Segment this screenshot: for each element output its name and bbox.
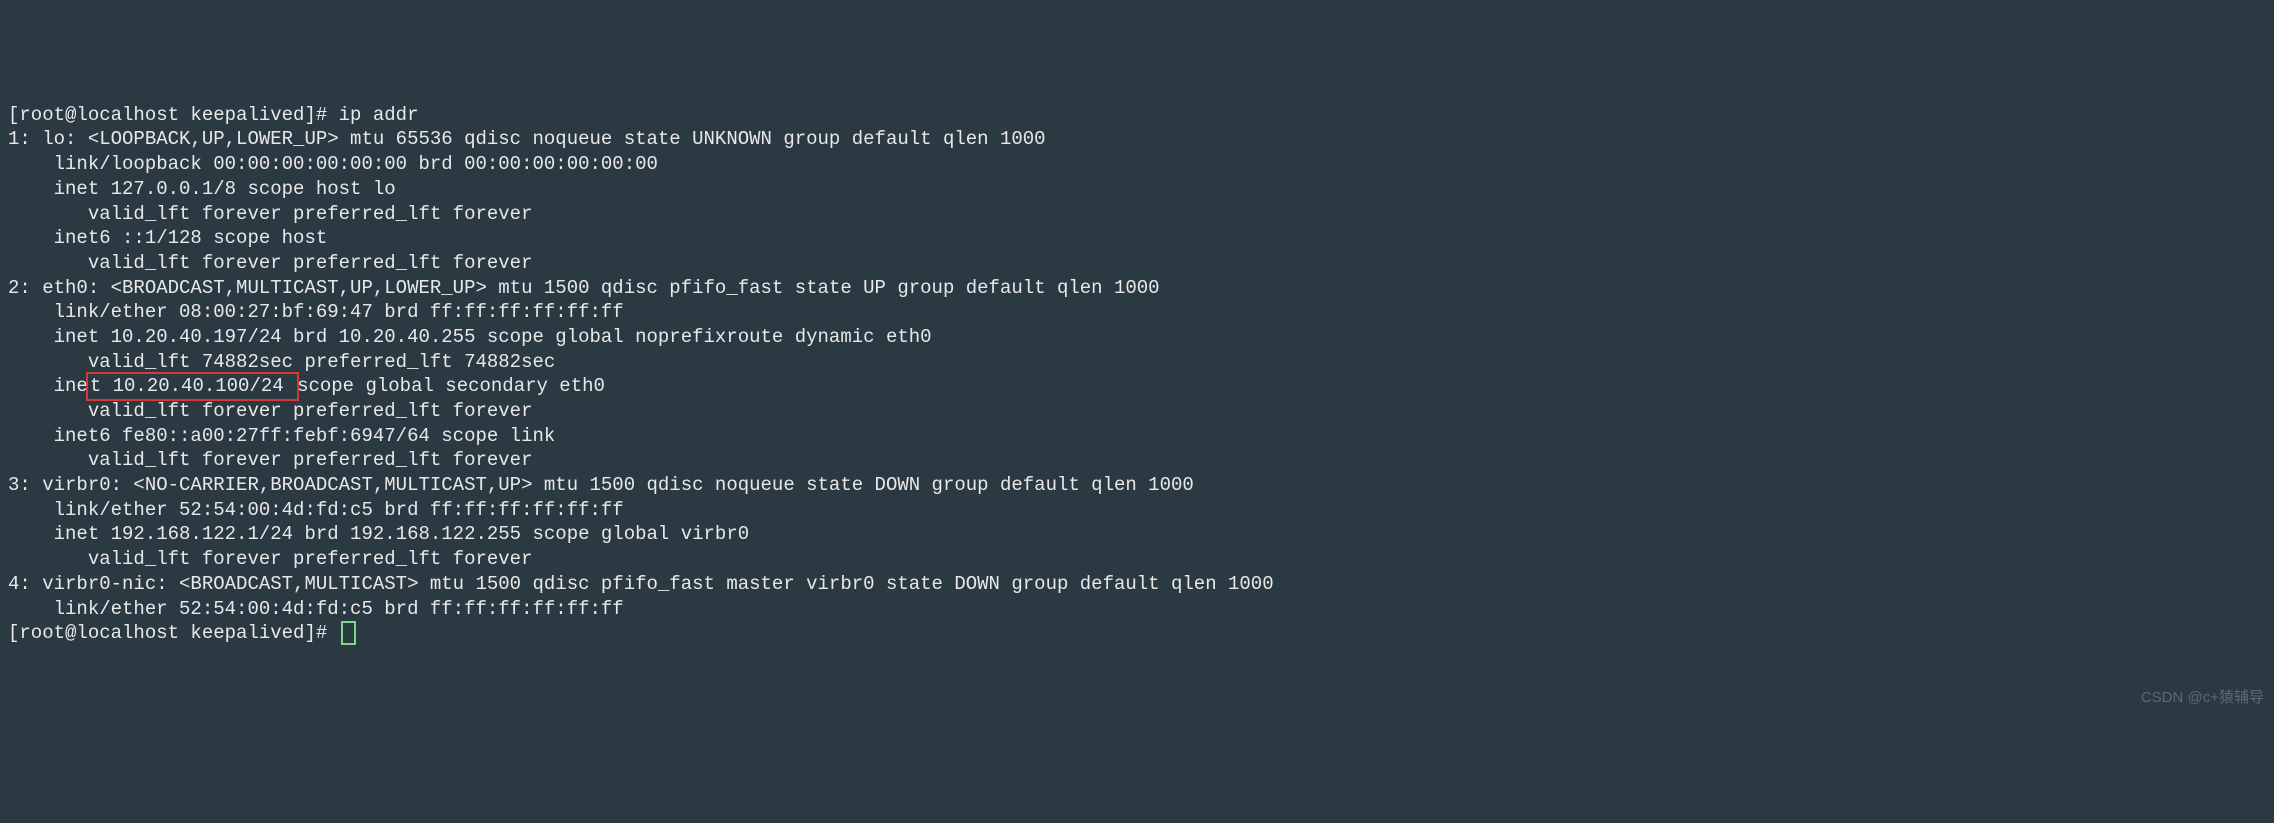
- highlighted-ip-address: t 10.20.40.100/24: [86, 372, 299, 401]
- output-line: inet 10.20.40.197/24 brd 10.20.40.255 sc…: [8, 326, 932, 348]
- output-line: link/loopback 00:00:00:00:00:00 brd 00:0…: [8, 153, 658, 175]
- output-line: 4: virbr0-nic: <BROADCAST,MULTICAST> mtu…: [8, 573, 1274, 595]
- output-line: inet6 fe80::a00:27ff:febf:6947/64 scope …: [8, 425, 555, 447]
- output-line: 3: virbr0: <NO-CARRIER,BROADCAST,MULTICA…: [8, 474, 1194, 496]
- output-line: link/ether 08:00:27:bf:69:47 brd ff:ff:f…: [8, 301, 624, 323]
- output-line: 1: lo: <LOOPBACK,UP,LOWER_UP> mtu 65536 …: [8, 128, 1046, 150]
- output-line: valid_lft forever preferred_lft forever: [8, 548, 533, 570]
- watermark-text: CSDN @c+猿辅导: [2141, 688, 2264, 708]
- output-line: link/ether 52:54:00:4d:fd:c5 brd ff:ff:f…: [8, 499, 624, 521]
- output-line: valid_lft forever preferred_lft forever: [8, 400, 533, 422]
- output-line: valid_lft 74882sec: [8, 351, 293, 373]
- output-line: 2: eth0: <BROADCAST,MULTICAST,UP,LOWER_U…: [8, 277, 1160, 299]
- output-line: inet6 ::1/128 scope host: [8, 227, 327, 249]
- command-text: ip addr: [339, 104, 419, 126]
- output-line: ine: [8, 375, 88, 397]
- output-line: scope global secondary eth0: [297, 375, 605, 397]
- output-line: inet 192.168.122.1/24 brd 192.168.122.25…: [8, 523, 749, 545]
- cursor-icon: [341, 621, 356, 645]
- output-line: link/ether 52:54:00:4d:fd:c5 brd ff:ff:f…: [8, 598, 624, 620]
- output-line: valid_lft forever preferred_lft forever: [8, 252, 533, 274]
- terminal-output[interactable]: [root@localhost keepalived]# ip addr 1: …: [8, 103, 2266, 646]
- output-line: inet 127.0.0.1/8 scope host lo: [8, 178, 396, 200]
- shell-prompt: [root@localhost keepalived]#: [8, 104, 339, 126]
- output-line: valid_lft forever preferred_lft forever: [8, 203, 533, 225]
- output-line: valid_lft forever preferred_lft forever: [8, 449, 533, 471]
- output-line: preferred_lft 74882sec: [293, 351, 555, 373]
- shell-prompt: [root@localhost keepalived]#: [8, 622, 339, 644]
